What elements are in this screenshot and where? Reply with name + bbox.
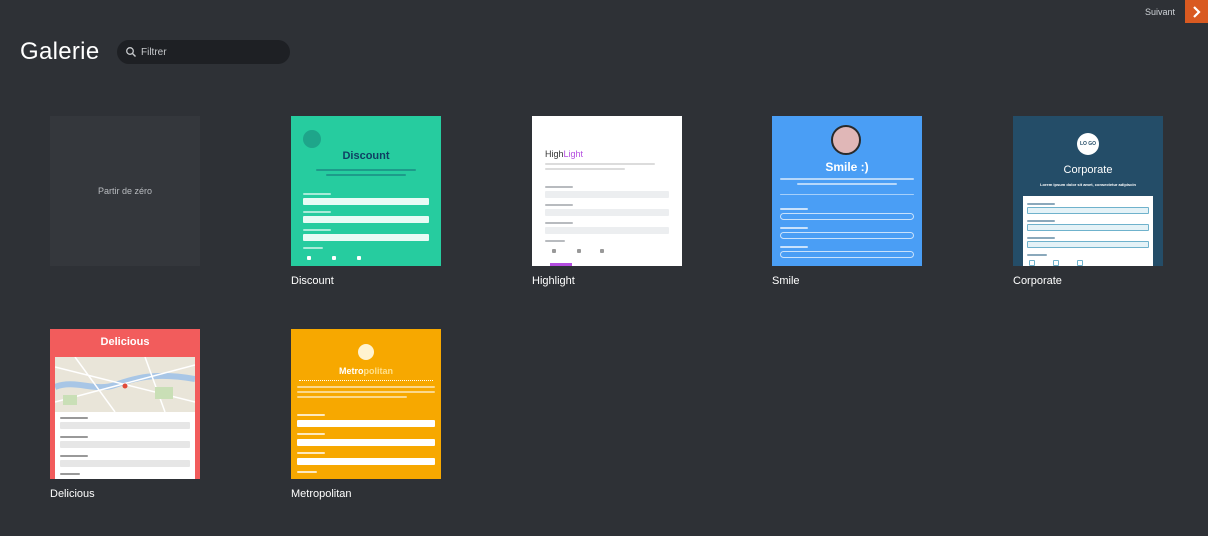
highlight-thumbnail[interactable]: HighLight xyxy=(532,116,682,266)
map-image xyxy=(55,357,195,412)
delicious-preview-title: Delicious xyxy=(100,336,150,348)
discount-field-1 xyxy=(303,198,429,205)
search-box[interactable] xyxy=(117,40,290,64)
page-title: Galerie xyxy=(20,38,100,65)
corporate-thumbnail[interactable]: LO GO Corporate Lorem ipsum dolor sit am… xyxy=(1013,116,1163,266)
template-corporate[interactable]: LO GO Corporate Lorem ipsum dolor sit am… xyxy=(1013,116,1163,287)
discount-logo xyxy=(303,130,321,148)
smile-thumbnail[interactable]: Smile :) xyxy=(772,116,922,266)
next-button[interactable] xyxy=(1185,0,1208,23)
template-discount[interactable]: Discount Discount xyxy=(291,116,441,287)
template-name[interactable]: Corporate xyxy=(1013,275,1163,287)
delicious-thumbnail[interactable]: Delicious xyxy=(50,329,200,479)
highlight-preview-title: HighLight xyxy=(545,149,584,159)
template-metropolitan[interactable]: Metropolitan Metropolitan xyxy=(291,329,441,500)
discount-thumbnail[interactable]: Discount xyxy=(291,116,441,266)
discount-field-3 xyxy=(303,234,429,241)
corporate-preview-title: Corporate xyxy=(1063,164,1113,176)
metropolitan-thumbnail[interactable]: Metropolitan xyxy=(291,329,441,479)
template-name[interactable]: Smile xyxy=(772,275,922,287)
next-label[interactable]: Suivant xyxy=(1145,7,1175,17)
template-name[interactable]: Discount xyxy=(291,275,441,287)
template-name[interactable]: Delicious xyxy=(50,488,200,500)
avatar xyxy=(831,125,861,155)
template-blank[interactable]: Partir de zéro xyxy=(50,116,200,266)
template-highlight[interactable]: HighLight Highlight xyxy=(532,116,682,287)
search-input[interactable] xyxy=(141,46,281,58)
corporate-preview-subtitle: Lorem ipsum dolor sit amet, consectetur … xyxy=(1040,182,1136,187)
blank-label: Partir de zéro xyxy=(97,186,153,196)
template-name[interactable]: Highlight xyxy=(532,275,682,287)
discount-preview-title: Discount xyxy=(342,150,390,162)
smiley-icon xyxy=(358,344,374,360)
chevron-right-icon xyxy=(1192,5,1201,18)
search-icon xyxy=(126,47,136,57)
template-name[interactable]: Metropolitan xyxy=(291,488,441,500)
metropolitan-preview-title: Metropolitan xyxy=(339,366,393,376)
next-area: Suivant xyxy=(1145,0,1208,23)
template-delicious[interactable]: Delicious Delicious xyxy=(50,329,200,500)
blank-thumbnail[interactable]: Partir de zéro xyxy=(50,116,200,266)
discount-field-2 xyxy=(303,216,429,223)
template-smile[interactable]: Smile :) Smile xyxy=(772,116,922,287)
smile-preview-title: Smile :) xyxy=(825,160,869,174)
logo: LO GO xyxy=(1077,133,1099,155)
